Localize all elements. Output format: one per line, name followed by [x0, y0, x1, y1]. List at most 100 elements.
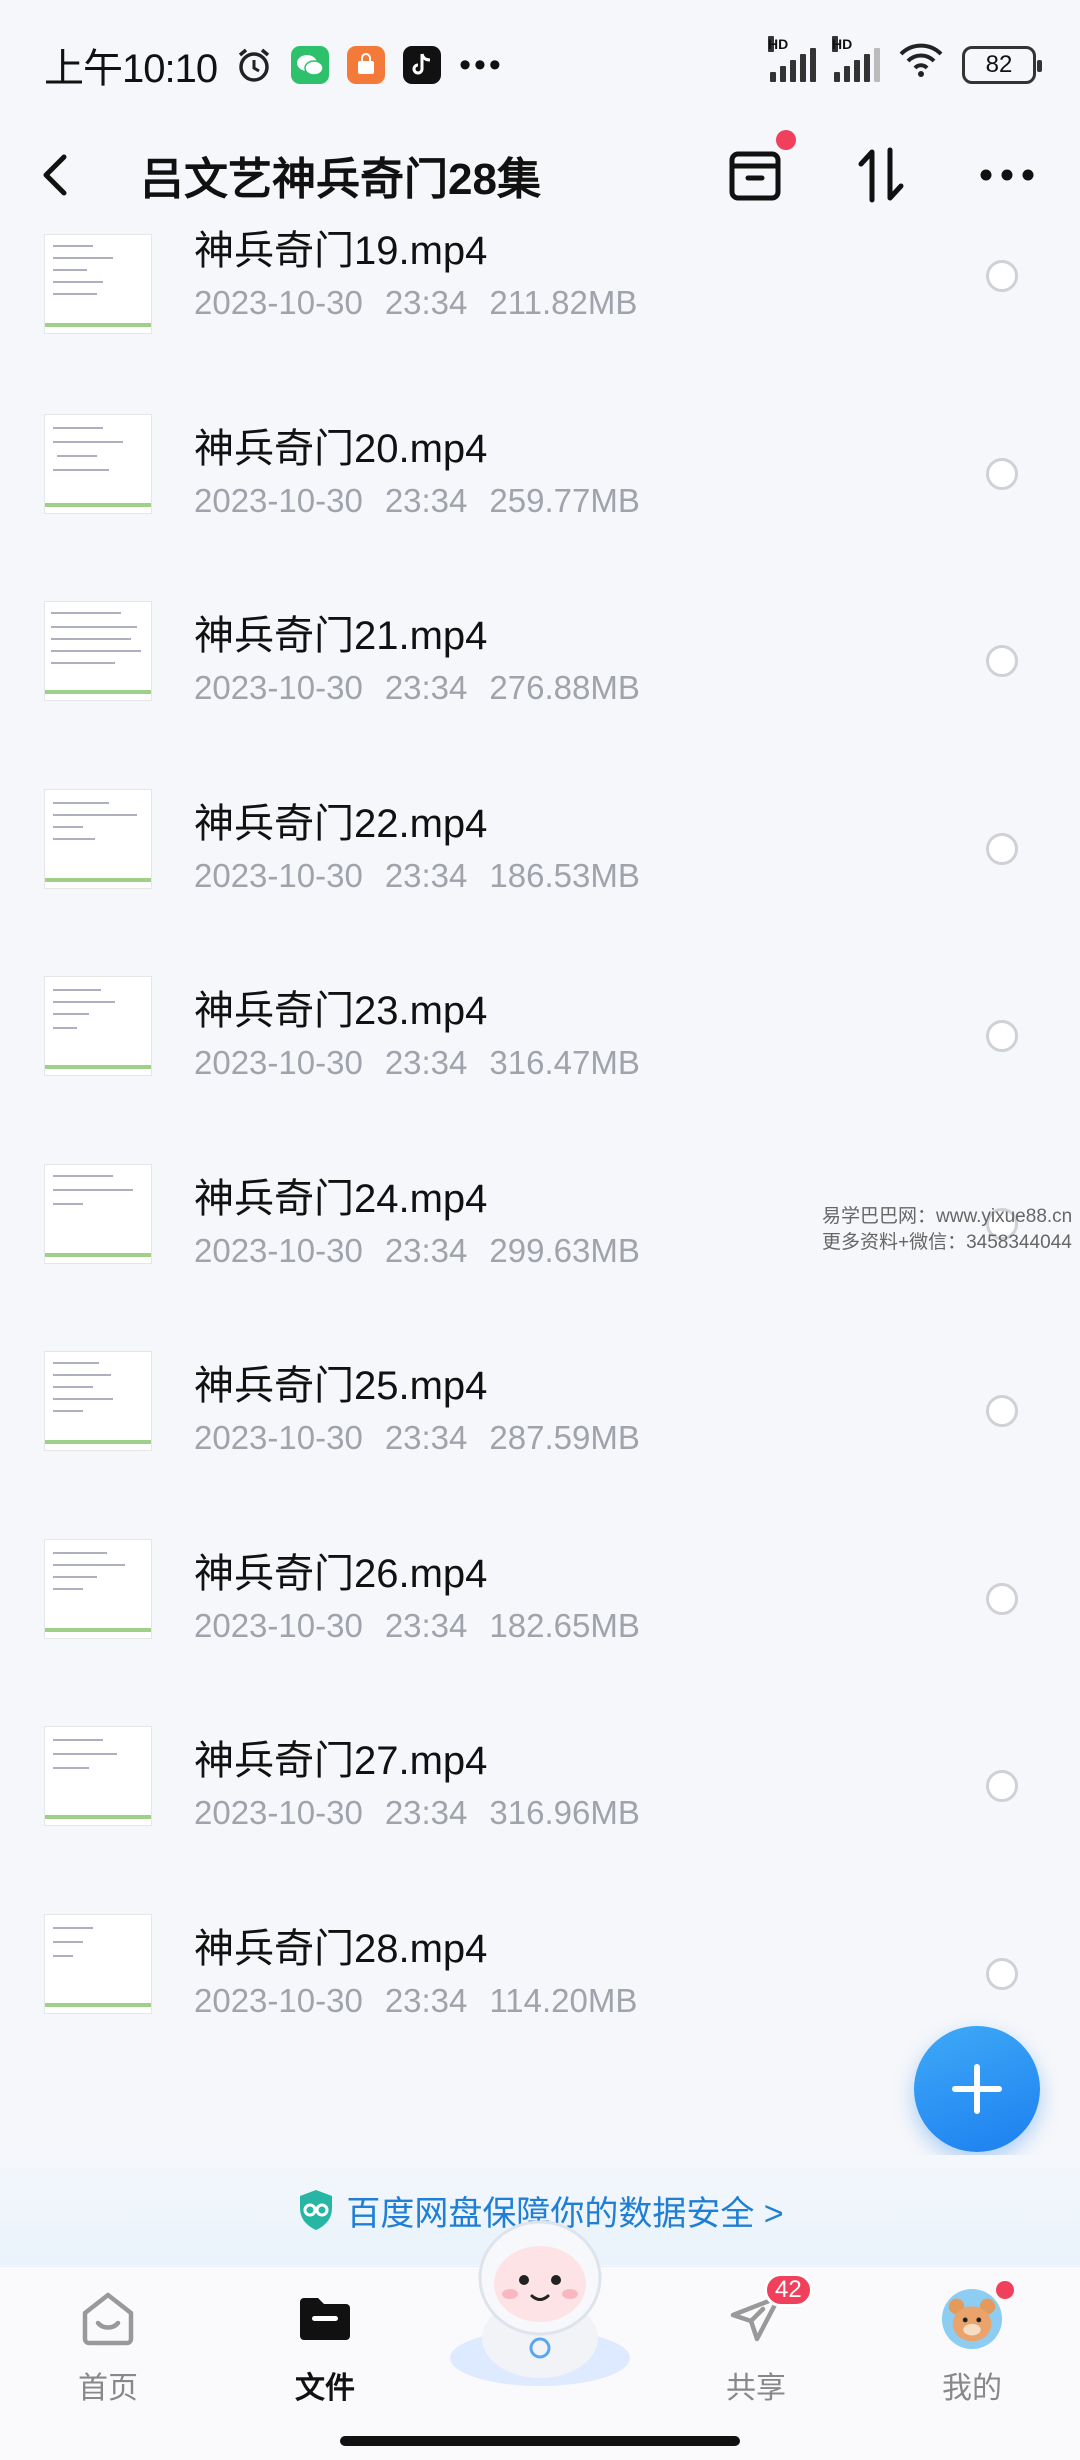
more-notifications-icon: ••• — [459, 45, 504, 84]
taobao-icon — [347, 46, 386, 84]
file-row[interactable]: 神兵奇门19.mp4 2023-10-30 23:34 211.82MB — [0, 188, 1080, 375]
add-button[interactable] — [914, 2026, 1040, 2152]
select-checkbox[interactable] — [986, 645, 1018, 677]
file-name: 神兵奇门24.mp4 — [194, 1176, 488, 1221]
file-date: 2023-10-30 — [194, 1231, 363, 1269]
home-indicator — [340, 2436, 740, 2446]
file-date: 2023-10-30 — [194, 856, 363, 894]
status-bar: 上午10:10 ••• HD HD 82 — [0, 0, 1080, 130]
file-time: 23:34 — [384, 669, 468, 706]
file-name: 神兵奇门25.mp4 — [194, 1364, 488, 1408]
file-size: 182.65MB — [489, 1606, 640, 1644]
file-meta: 2023-10-30 23:34 186.53MB — [194, 857, 640, 895]
file-row[interactable]: 神兵奇门27.mp4 2023-10-30 23:34 316.96MB — [0, 1688, 1080, 1875]
mascot-icon — [450, 2220, 630, 2386]
shield-icon — [300, 2190, 333, 2230]
watermark-line-2: 更多资料+微信：3458344044 — [822, 1232, 1072, 1253]
file-meta: 2023-10-30 23:34 182.65MB — [194, 1607, 640, 1645]
folder-icon — [293, 2287, 357, 2351]
watermark: 易学巴巴网：www.yixue88.cn 更多资料+微信：3458344044 — [822, 1204, 1072, 1256]
wechat-icon — [291, 46, 330, 84]
file-name: 神兵奇门22.mp4 — [194, 801, 488, 846]
file-time: 23:34 — [384, 856, 468, 894]
file-date: 2023-10-30 — [194, 1794, 363, 1831]
video-thumbnail — [44, 788, 152, 889]
nav-home[interactable]: 首页 — [38, 2287, 178, 2407]
video-thumbnail — [44, 1913, 152, 2014]
file-meta: 2023-10-30 23:34 299.63MB — [194, 1232, 640, 1270]
file-row[interactable]: 神兵奇门23.mp4 2023-10-30 23:34 316.47MB — [0, 938, 1080, 1125]
share-badge: 42 — [764, 2273, 813, 2307]
file-name: 神兵奇门28.mp4 — [194, 1926, 488, 1971]
file-meta: 2023-10-30 23:34 276.88MB — [194, 669, 640, 707]
file-name: 神兵奇门19.mp4 — [194, 229, 488, 273]
video-thumbnail — [44, 1726, 152, 1826]
video-thumbnail — [44, 234, 152, 334]
file-name: 神兵奇门20.mp4 — [194, 426, 488, 471]
nav-files-label: 文件 — [295, 2372, 355, 2405]
select-checkbox[interactable] — [986, 1582, 1018, 1615]
file-date: 2023-10-30 — [194, 481, 363, 519]
select-checkbox[interactable] — [986, 1020, 1018, 1052]
file-date: 2023-10-30 — [194, 1981, 363, 2019]
video-thumbnail — [44, 1538, 152, 1639]
select-checkbox[interactable] — [986, 457, 1018, 490]
watermark-line-1: 易学巴巴网：www.yixue88.cn — [822, 1206, 1073, 1227]
select-checkbox[interactable] — [986, 1395, 1018, 1427]
wifi-icon — [898, 42, 944, 88]
video-thumbnail — [44, 1351, 152, 1451]
file-size: 211.82MB — [489, 284, 638, 321]
file-meta: 2023-10-30 23:34 259.77MB — [194, 482, 640, 520]
file-row[interactable]: 神兵奇门28.mp4 2023-10-30 23:34 114.20MB — [0, 1876, 1080, 2063]
file-time: 23:34 — [384, 284, 468, 321]
file-row[interactable]: 神兵奇门20.mp4 2023-10-30 23:34 259.77MB — [0, 376, 1080, 563]
file-row[interactable]: 神兵奇门22.mp4 2023-10-30 23:34 186.53MB — [0, 751, 1080, 938]
file-size: 259.77MB — [489, 481, 640, 519]
file-name: 神兵奇门26.mp4 — [194, 1551, 488, 1596]
file-row[interactable]: 神兵奇门21.mp4 2023-10-30 23:34 276.88MB — [0, 563, 1080, 750]
select-checkbox[interactable] — [986, 1957, 1018, 1990]
send-icon: 42 — [724, 2273, 813, 2351]
file-meta: 2023-10-30 23:34 316.96MB — [194, 1794, 640, 1832]
file-meta: 2023-10-30 23:34 211.82MB — [194, 284, 637, 322]
notification-dot — [776, 130, 796, 150]
video-thumbnail — [44, 413, 152, 514]
file-meta: 2023-10-30 23:34 287.59MB — [194, 1419, 640, 1457]
plus-icon — [952, 2064, 1002, 2114]
more-dots-icon — [980, 169, 1034, 181]
file-name: 神兵奇门23.mp4 — [194, 989, 488, 1033]
file-row[interactable]: 神兵奇门25.mp4 2023-10-30 23:34 287.59MB — [0, 1313, 1080, 1500]
file-date: 2023-10-30 — [194, 1419, 363, 1456]
nav-mine[interactable]: 我的 — [902, 2281, 1042, 2407]
file-meta: 2023-10-30 23:34 114.20MB — [194, 1982, 637, 2020]
battery-icon: 82 — [962, 46, 1042, 84]
file-time: 23:34 — [384, 481, 468, 519]
nav-share-label: 共享 — [726, 2372, 786, 2405]
video-thumbnail — [44, 1163, 152, 1264]
avatar — [940, 2281, 1014, 2351]
file-size: 186.53MB — [489, 856, 640, 894]
select-checkbox[interactable] — [986, 1770, 1018, 1802]
file-date: 2023-10-30 — [194, 669, 363, 706]
file-size: 299.63MB — [489, 1231, 640, 1269]
select-checkbox[interactable] — [986, 832, 1018, 865]
network-label-2: HD — [832, 36, 853, 52]
file-size: 316.47MB — [489, 1044, 640, 1081]
file-date: 2023-10-30 — [194, 284, 363, 321]
mascot-center-button[interactable] — [440, 2218, 640, 2388]
nav-share[interactable]: 42 共享 — [686, 2273, 826, 2407]
nav-home-label: 首页 — [78, 2372, 138, 2405]
network-label: HD — [768, 36, 789, 52]
signal-2-icon: HD — [832, 36, 880, 82]
file-name: 神兵奇门27.mp4 — [194, 1739, 488, 1783]
video-thumbnail — [44, 601, 152, 701]
nav-mine-label: 我的 — [942, 2372, 1002, 2405]
home-icon — [76, 2287, 140, 2351]
file-row[interactable]: 神兵奇门26.mp4 2023-10-30 23:34 182.65MB — [0, 1501, 1080, 1688]
signal-icon: HD — [768, 36, 816, 82]
file-time: 23:34 — [384, 1419, 468, 1456]
status-time: 上午10:10 — [44, 47, 218, 91]
select-checkbox[interactable] — [986, 260, 1018, 292]
file-meta: 2023-10-30 23:34 316.47MB — [194, 1044, 640, 1082]
nav-files[interactable]: 文件 — [255, 2287, 395, 2407]
